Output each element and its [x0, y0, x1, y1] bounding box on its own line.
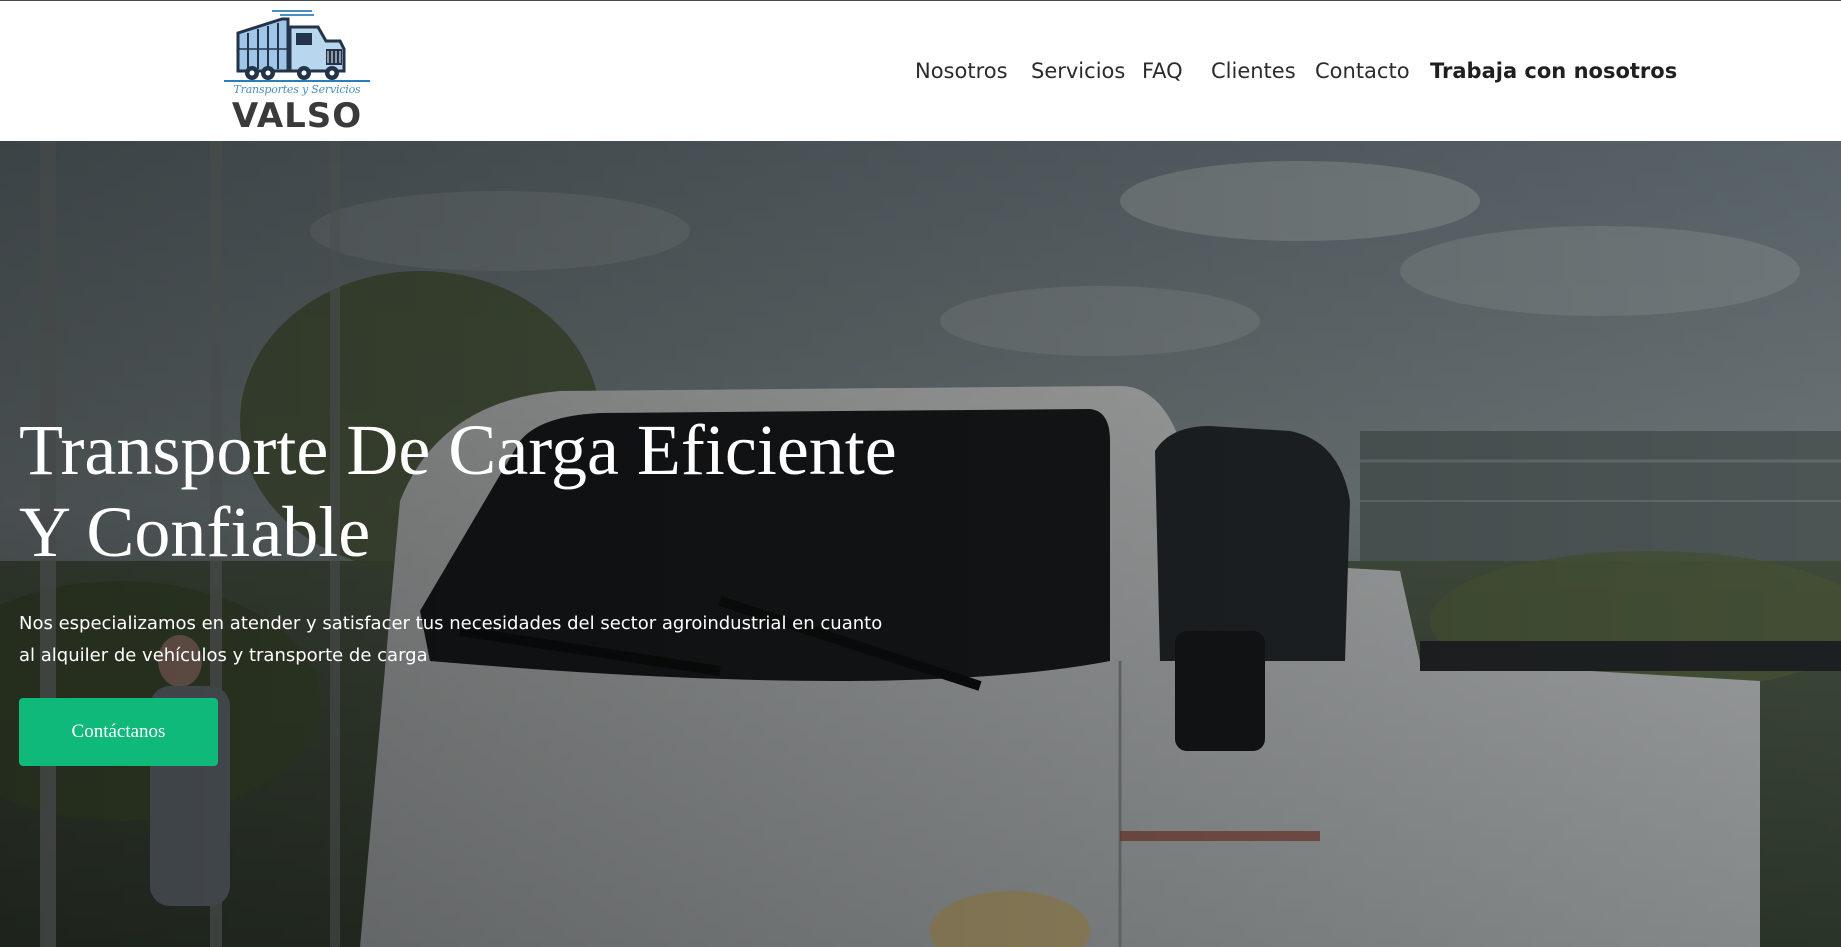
main-nav: Nosotros Servicios FAQ Clientes Contacto…: [0, 53, 1841, 91]
hero-title-line2: Y Confiable: [19, 492, 371, 572]
nav-item-nosotros[interactable]: Nosotros: [915, 53, 1008, 89]
hero-title-line1: Transporte De Carga Eficiente: [19, 410, 897, 490]
nav-item-servicios[interactable]: Servicios: [1031, 53, 1125, 89]
nav-item-clientes[interactable]: Clientes: [1211, 53, 1296, 89]
site-header: Transportes y Servicios VALSO Nosotros S…: [0, 0, 1841, 141]
hero-section: Transporte De Carga Eficiente Y Confiabl…: [0, 141, 1841, 947]
page: Transportes y Servicios VALSO Nosotros S…: [0, 0, 1841, 947]
logo-name: VALSO: [231, 96, 363, 136]
hero-description: Nos especializamos en atender y satisfac…: [19, 613, 883, 666]
hero-title: Transporte De Carga Eficiente Y Confiabl…: [19, 409, 919, 573]
nav-item-contacto[interactable]: Contacto: [1315, 53, 1410, 89]
nav-item-faq[interactable]: FAQ: [1142, 53, 1183, 89]
nav-item-trabaja-con-nosotros[interactable]: Trabaja con nosotros: [1430, 53, 1677, 89]
contact-cta-button[interactable]: Contáctanos: [19, 698, 218, 766]
